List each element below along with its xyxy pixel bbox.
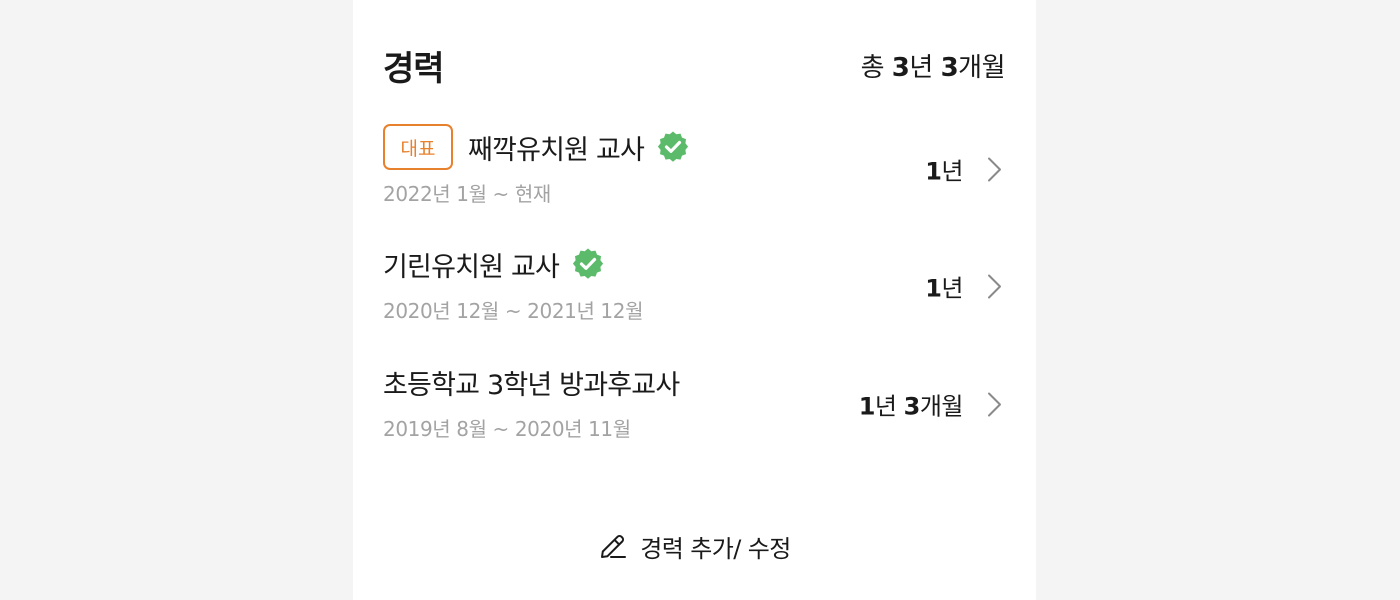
verified-check-icon <box>657 131 689 162</box>
career-item[interactable]: 기린유치원 교사 2020년 12월 ~ 2021년 12월 1년 <box>383 241 1005 331</box>
career-item-header: 대표 째깍유치원 교사 <box>383 124 1005 170</box>
chevron-right-icon <box>988 274 1001 298</box>
section-title: 경력 <box>383 48 445 89</box>
edit-career-label: 경력 추가/ 수정 <box>640 534 791 563</box>
total-years-value: 3 <box>891 52 910 83</box>
career-period: 2022년 1월 ~ 현재 <box>383 182 551 206</box>
career-card: 경력 총 3년 3개월 대표 째깍유치원 교사 2022년 1월 ~ 현재 1년… <box>353 0 1036 600</box>
career-item[interactable]: 초등학교 3학년 방과후교사 2019년 8월 ~ 2020년 11월 1년 3… <box>383 359 1005 449</box>
total-months-value: 3 <box>940 52 959 83</box>
total-prefix: 총 <box>860 52 892 83</box>
career-title: 초등학교 3학년 방과후교사 <box>383 369 680 401</box>
career-duration: 1년 <box>925 269 963 304</box>
duration-years-value: 1 <box>858 392 876 421</box>
duration-years-value: 1 <box>925 274 942 303</box>
career-title: 기린유치원 교사 <box>383 251 560 283</box>
career-duration: 1년 3개월 <box>858 387 964 422</box>
career-header: 경력 총 3년 3개월 <box>383 42 1006 89</box>
duration-months-unit: 개월 <box>919 392 964 421</box>
career-period: 2020년 12월 ~ 2021년 12월 <box>383 299 644 323</box>
career-duration-block: 1년 <box>925 269 1005 304</box>
duration-years-unit: 년 <box>941 157 963 186</box>
verified-check-icon <box>572 248 604 279</box>
career-duration-block: 1년 3개월 <box>859 387 1005 422</box>
total-months-unit: 개월 <box>958 52 1005 83</box>
edit-career-button[interactable]: 경력 추가/ 수정 <box>353 524 1036 568</box>
career-item-header: 기린유치원 교사 <box>383 241 1005 287</box>
duration-years-value: 1 <box>925 157 942 186</box>
total-years-unit: 년 <box>909 52 941 83</box>
career-duration: 1년 <box>925 152 963 187</box>
pencil-icon <box>601 534 627 558</box>
duration-years-unit: 년 <box>941 274 963 303</box>
career-item[interactable]: 대표 째깍유치원 교사 2022년 1월 ~ 현재 1년 <box>383 124 1005 214</box>
chevron-right-icon <box>988 392 1001 416</box>
chevron-right-icon <box>988 157 1001 181</box>
duration-months-value: 3 <box>903 392 921 421</box>
total-career-duration: 총 3년 3개월 <box>860 47 1006 84</box>
career-title: 째깍유치원 교사 <box>468 134 645 166</box>
duration-years-unit: 년 <box>874 392 904 421</box>
career-duration-block: 1년 <box>925 152 1005 187</box>
representative-badge: 대표 <box>383 124 453 170</box>
